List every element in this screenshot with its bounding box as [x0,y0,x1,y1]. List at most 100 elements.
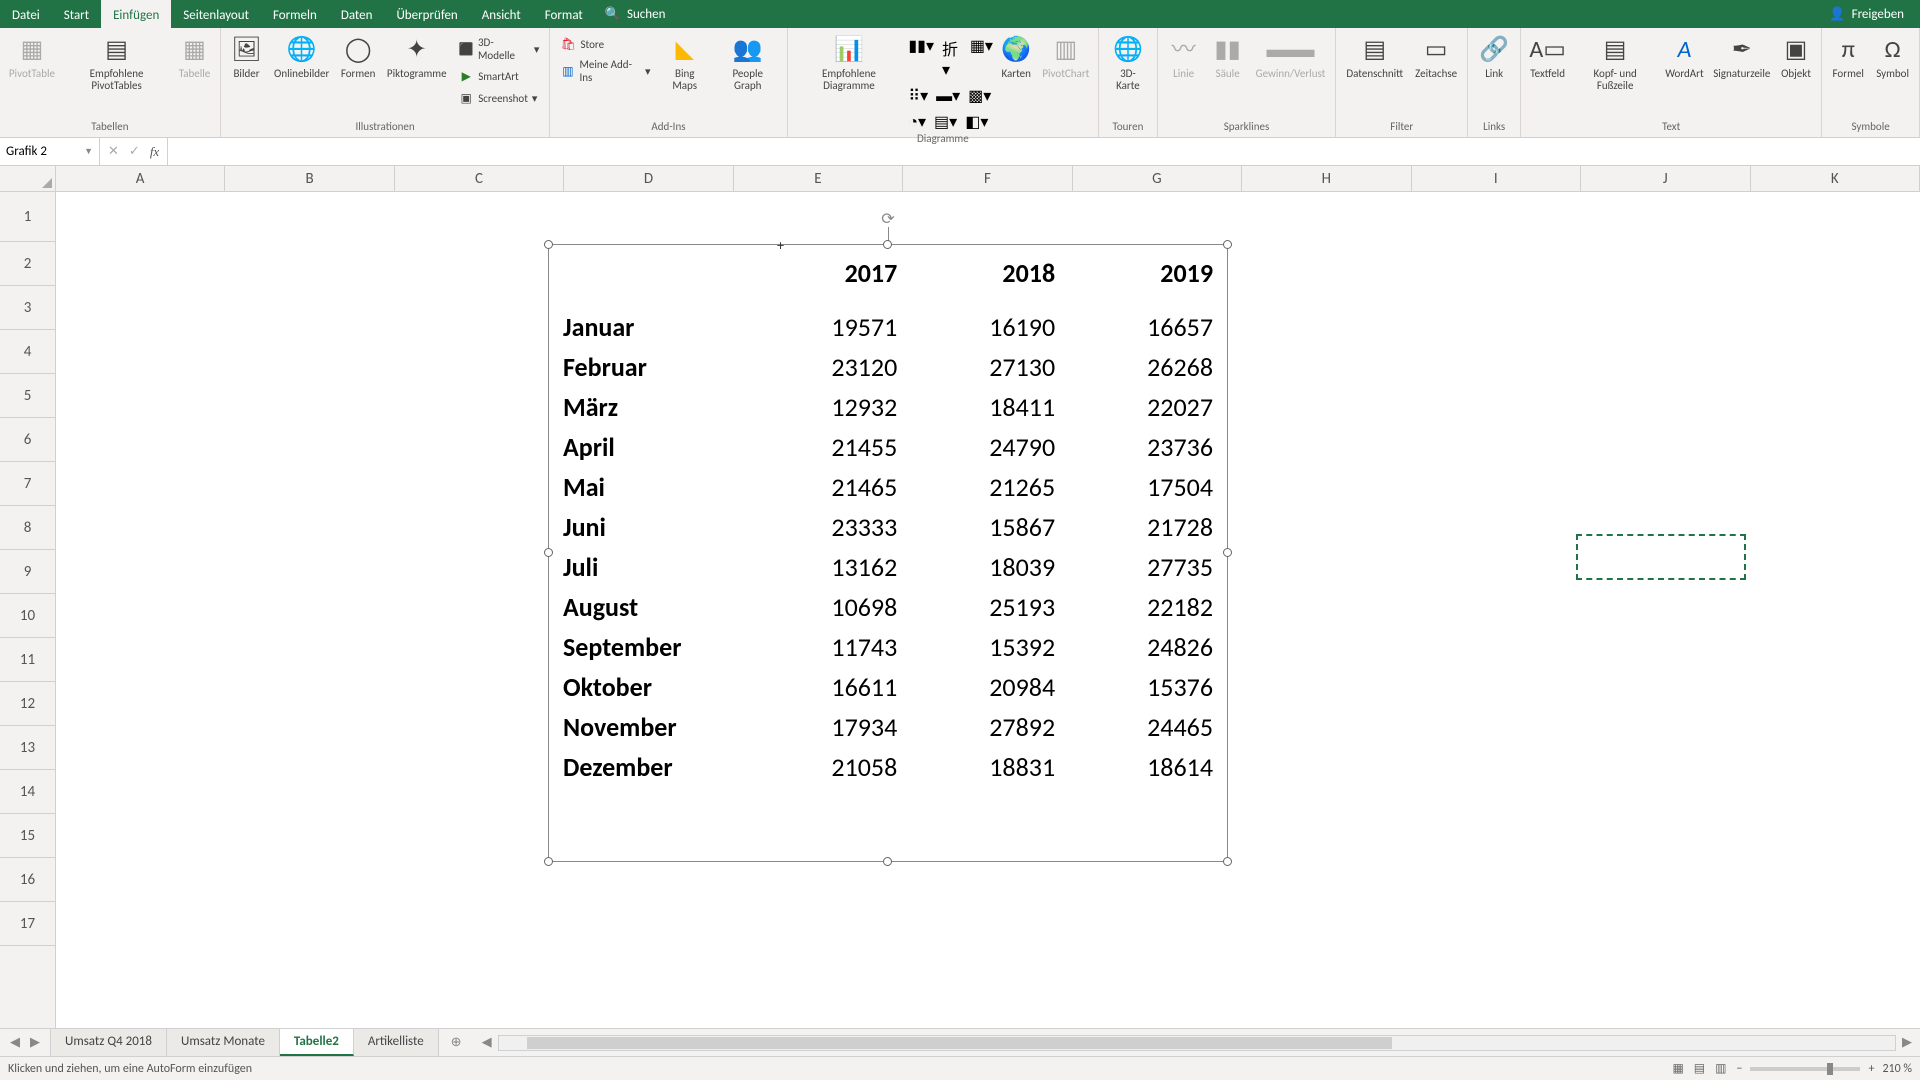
rotate-handle-icon[interactable]: ⟳ [880,211,896,227]
resize-handle[interactable] [1223,240,1232,249]
view-layout-icon[interactable]: ▤ [1694,1061,1705,1076]
row-head[interactable]: 12 [0,682,55,726]
btn-onlinebilder[interactable]: 🌐Onlinebilder [270,32,333,82]
col-head-c[interactable]: C [395,166,564,191]
row-head[interactable]: 5 [0,374,55,418]
col-head-k[interactable]: K [1751,166,1920,191]
select-all-button[interactable] [0,166,56,191]
row-head[interactable]: 4 [0,330,55,374]
resize-handle[interactable] [544,857,553,866]
share-button[interactable]: 👤 Freigeben [1813,0,1920,28]
row-head[interactable]: 16 [0,858,55,902]
row-head[interactable]: 10 [0,594,55,638]
surface-chart-icon[interactable]: ▤▾ [934,112,957,132]
row-head[interactable]: 3 [0,286,55,330]
btn-store[interactable]: 🛍Store [556,34,654,54]
row-head[interactable]: 6 [0,418,55,462]
zoom-slider[interactable] [1750,1067,1860,1071]
scroll-right-icon[interactable]: ▶ [1902,1035,1912,1050]
row-head[interactable]: 11 [0,638,55,682]
btn-meine-addins[interactable]: ▥Meine Add-Ins ▾ [556,56,654,86]
zoom-in-icon[interactable]: + [1868,1062,1874,1076]
col-head-i[interactable]: I [1412,166,1581,191]
view-normal-icon[interactable]: ▦ [1672,1061,1683,1076]
row-head[interactable]: 9 [0,550,55,594]
zoom-out-icon[interactable]: − [1736,1062,1742,1076]
graphic-object-grafik-2[interactable]: ⟳ + 2017 2018 2019 J [548,244,1228,862]
btn-objekt[interactable]: ▣Objekt [1777,32,1815,82]
btn-pivottable[interactable]: ▦PivotTable [6,32,58,82]
btn-link[interactable]: 🔗Link [1474,32,1514,82]
sheet-tab[interactable]: Umsatz Monate [167,1029,280,1056]
hierarchy-chart-icon[interactable]: ▦▾ [970,36,993,80]
btn-peoplegraph[interactable]: 👥People Graph [715,32,781,94]
enter-icon[interactable]: ✓ [129,144,140,159]
sheet-nav[interactable]: ◀ ▶ [0,1029,51,1056]
btn-wordart[interactable]: AWordArt [1662,32,1707,82]
row-head[interactable]: 14 [0,770,55,814]
btn-kopffuss[interactable]: ▤Kopf- und Fußzeile [1572,32,1658,94]
fx-icon[interactable]: fx [150,144,159,160]
chevron-left-icon[interactable]: ◀ [10,1035,20,1050]
row-head[interactable]: 13 [0,726,55,770]
btn-sparkline-linie[interactable]: 〰Linie [1164,32,1204,82]
add-sheet-button[interactable]: ⊕ [439,1029,474,1056]
row-head[interactable]: 8 [0,506,55,550]
column-chart-icon[interactable]: ▮▮▾ [908,36,934,80]
view-pagebreak-icon[interactable]: ▥ [1715,1061,1726,1076]
resize-handle[interactable] [544,548,553,557]
btn-karten[interactable]: 🌍Karten [997,32,1035,82]
tab-ueberpruefen[interactable]: Überprüfen [384,0,469,28]
row-head[interactable]: 1 [0,192,55,242]
resize-handle[interactable] [1223,548,1232,557]
btn-formel[interactable]: πFormel [1828,32,1868,82]
zoom-thumb[interactable] [1827,1063,1833,1075]
row-head[interactable]: 17 [0,902,55,946]
col-head-f[interactable]: F [903,166,1072,191]
row-head[interactable]: 15 [0,814,55,858]
col-head-g[interactable]: G [1073,166,1242,191]
resize-handle[interactable] [544,240,553,249]
tab-einfuegen[interactable]: Einfügen [101,0,171,28]
statistic-chart-icon[interactable]: ▩▾ [968,86,991,106]
tab-ansicht[interactable]: Ansicht [470,0,533,28]
tab-seitenlayout[interactable]: Seitenlayout [171,0,261,28]
btn-textfeld[interactable]: A▭Textfeld [1527,32,1568,82]
tab-formeln[interactable]: Formeln [261,0,329,28]
btn-screenshot[interactable]: ▣Screenshot ▾ [454,88,543,108]
btn-bilder[interactable]: 🖼Bilder [227,32,267,82]
col-head-j[interactable]: J [1581,166,1750,191]
btn-zeitachse[interactable]: ▭Zeitachse [1411,32,1461,82]
tab-format[interactable]: Format [533,0,595,28]
btn-piktogramme[interactable]: ✦Piktogramme [383,32,450,82]
formula-input[interactable] [168,138,1920,165]
pie-chart-icon[interactable]: ◔▾ [908,112,926,132]
resize-handle[interactable] [1223,857,1232,866]
btn-empf-diagramme[interactable]: 📊Empfohlene Diagramme [794,32,905,94]
btn-3dkarte[interactable]: 🌐3D-Karte [1105,32,1150,94]
col-head-d[interactable]: D [564,166,733,191]
line-chart-icon[interactable]: 折▾ [942,36,962,80]
col-head-b[interactable]: B [225,166,394,191]
resize-handle[interactable] [883,240,892,249]
btn-bingmaps[interactable]: ◣Bing Maps [658,32,710,94]
search-box[interactable]: 🔍 Suchen [595,0,676,28]
btn-pivotchart[interactable]: ▥PivotChart [1039,32,1092,82]
btn-sparkline-saeule[interactable]: ▮▮Säule [1208,32,1248,82]
bar-chart-icon[interactable]: ▬▾ [936,86,960,106]
btn-tabelle[interactable]: ▦Tabelle [175,32,213,82]
tab-start[interactable]: Start [52,0,101,28]
name-box[interactable]: Grafik 2 ▼ [0,138,100,165]
sheet-tab[interactable]: Artikelliste [354,1029,439,1056]
btn-smartart[interactable]: ▶SmartArt [454,66,543,86]
combo-chart-icon[interactable]: ◧▾ [965,112,988,132]
col-head-e[interactable]: E [734,166,903,191]
cancel-icon[interactable]: ✕ [108,144,119,159]
btn-empf-pivottables[interactable]: ▤Empfohlene PivotTables [62,32,171,94]
tab-datei[interactable]: Datei [0,0,52,28]
btn-datenschnitt[interactable]: ▤Datenschnitt [1342,32,1407,82]
chevron-right-icon[interactable]: ▶ [30,1035,40,1050]
sheet-tab[interactable]: Umsatz Q4 2018 [51,1029,167,1056]
cell-canvas[interactable]: ⟳ + 2017 2018 2019 J [56,192,1920,1028]
btn-symbol[interactable]: ΩSymbol [1872,32,1913,82]
